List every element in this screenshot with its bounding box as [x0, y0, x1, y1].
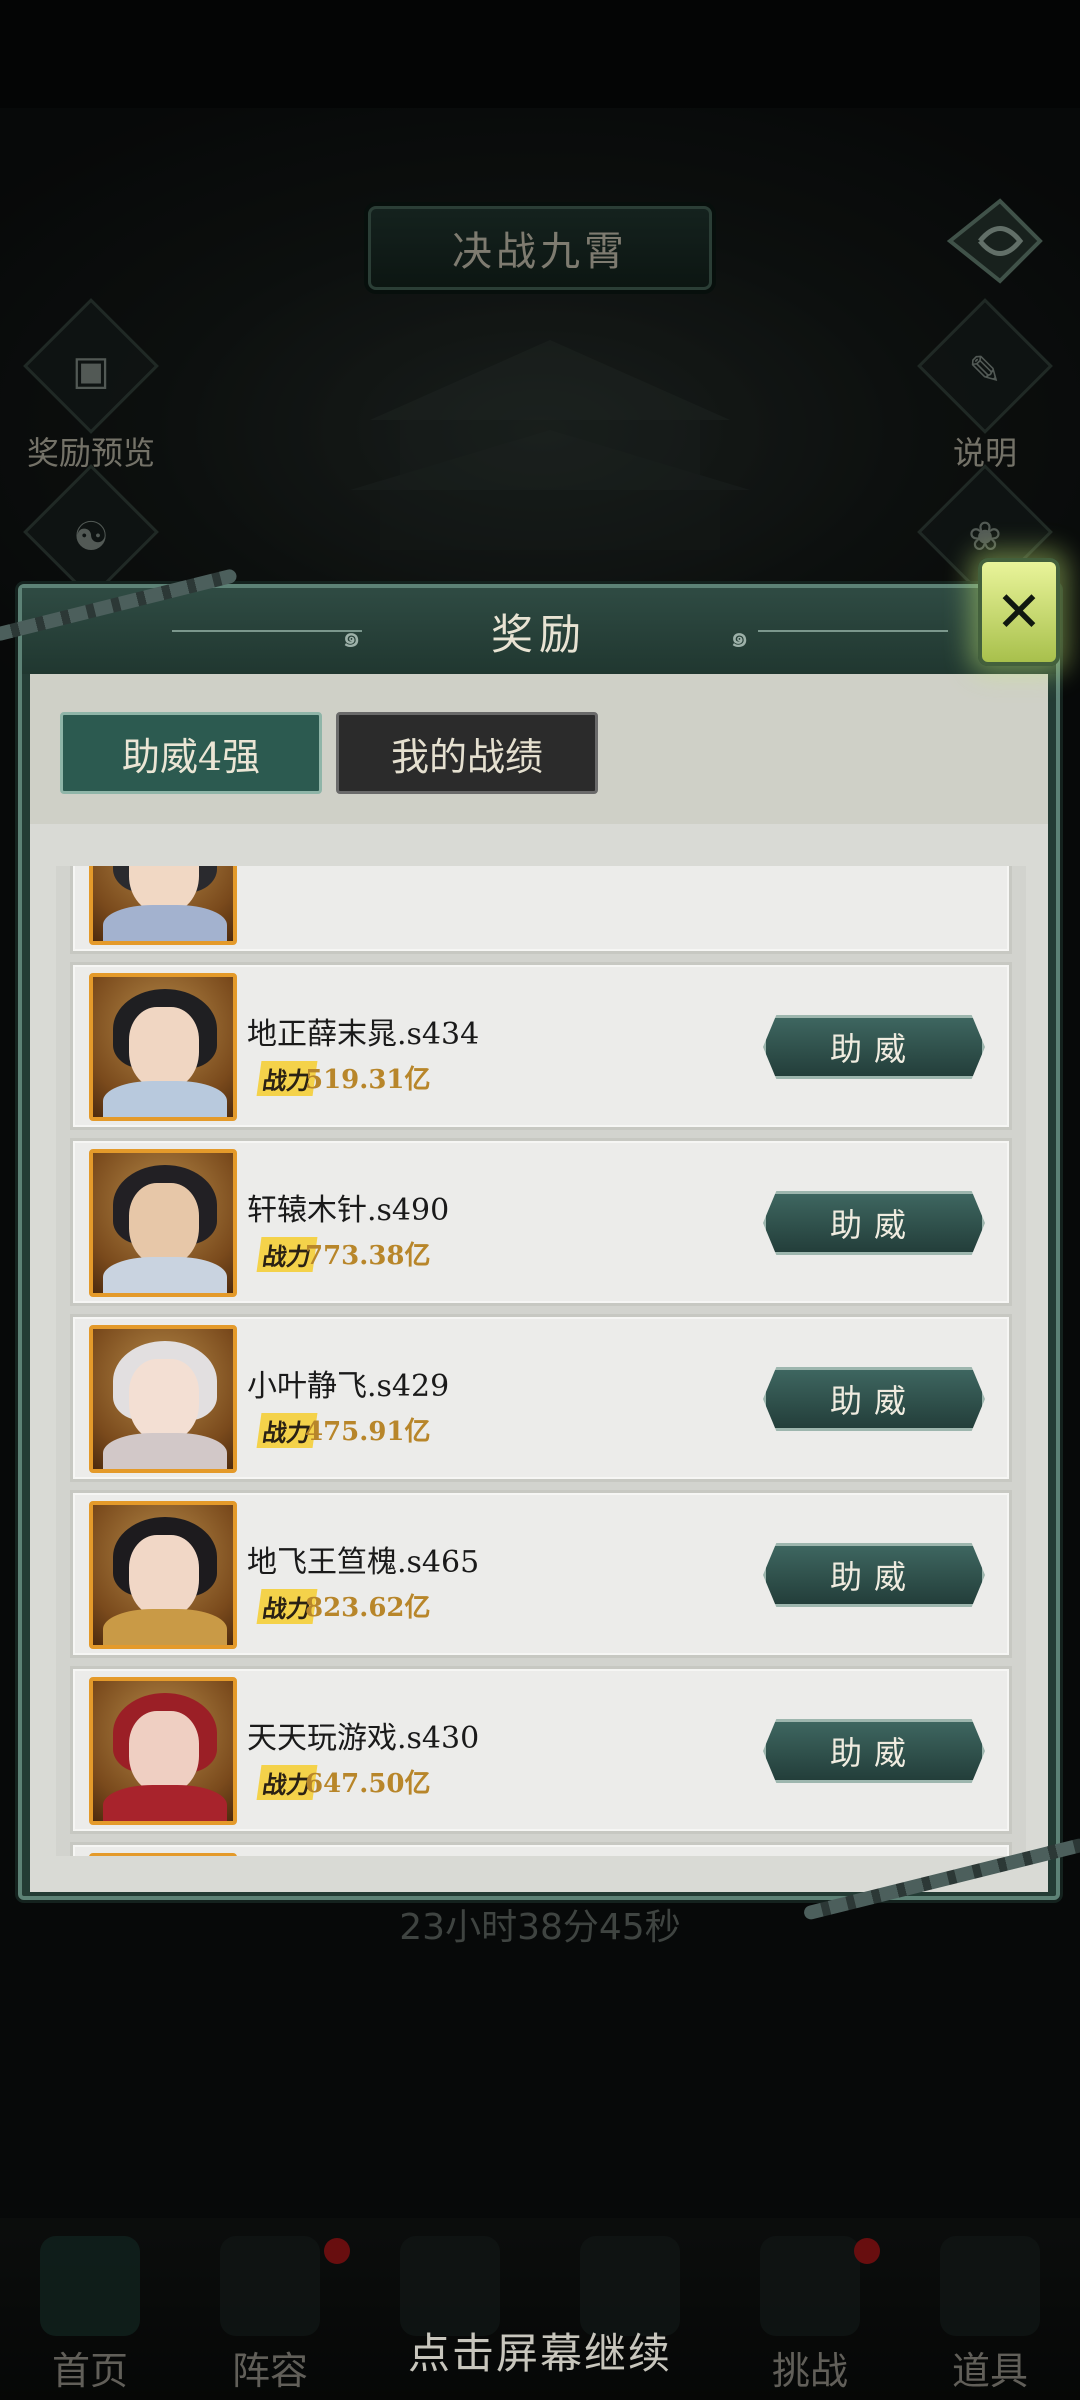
- player-row: 地正薛末晁.s434 战力 519.31亿 助威: [70, 962, 1012, 1130]
- player-row: [70, 1842, 1012, 1856]
- header-divider-left: [172, 630, 362, 632]
- cheer-button[interactable]: 助威: [763, 1015, 985, 1079]
- player-name: 小叶静飞.s429: [247, 1369, 450, 1404]
- power-value: 823.62亿: [305, 1593, 431, 1623]
- portrait-body: [103, 905, 227, 941]
- player-list[interactable]: 地正薛末晁.s434 战力 519.31亿 助威 轩辕木针.s490 战力 773.38亿助…: [56, 866, 1026, 1856]
- cheer-button[interactable]: 助威: [763, 1719, 985, 1783]
- header-divider-right: [758, 630, 948, 632]
- portrait-face: [129, 1183, 199, 1265]
- player-name: 天天玩游戏.s430: [247, 1721, 480, 1756]
- cheer-button[interactable]: 助威: [763, 1543, 985, 1607]
- portrait-body: [103, 1785, 227, 1821]
- modal-body: 助威4强 我的战绩 地正薛末晁.s434 战力 519.31亿 助威 轩辕木针.s490…: [30, 674, 1048, 1892]
- modal-header: ๑ 奖励 ๑: [22, 588, 1056, 674]
- portrait-face: [129, 1007, 199, 1089]
- player-portrait: [89, 866, 237, 945]
- tab-my-record[interactable]: 我的战绩: [336, 712, 598, 794]
- swirl-icon: ๑: [342, 620, 362, 655]
- player-row: 小叶静飞.s429 战力 475.91亿 助威: [70, 1314, 1012, 1482]
- portrait-face: [129, 1711, 199, 1793]
- reward-modal: ๑ 奖励 ๑ 助威4强 我的战绩 地正薛末晁.s434 战力 519.31亿 助威 轩辕…: [18, 584, 1060, 1900]
- player-name: 轩辕木针.s490: [247, 1193, 450, 1228]
- cheer-button-label: 助威: [829, 1206, 918, 1244]
- power-value: 519.31亿: [305, 1065, 431, 1095]
- player-row: 天天玩游戏.s430 战力 647.50亿 助威: [70, 1666, 1012, 1834]
- tab-cheer-top4-label: 助威4强: [121, 734, 261, 779]
- cheer-button-label: 助威: [829, 1030, 918, 1068]
- cheer-button[interactable]: 助威: [763, 1191, 985, 1255]
- swirl-icon: ๑: [730, 620, 750, 655]
- portrait-face: [129, 1535, 199, 1617]
- modal-title: 奖励: [490, 609, 587, 659]
- power-value: 475.91亿: [305, 1417, 431, 1447]
- player-name: 地正薛末晁.s434: [247, 1017, 480, 1052]
- cheer-button-label: 助威: [829, 1734, 918, 1772]
- cheer-button[interactable]: 助威: [763, 1367, 985, 1431]
- cheer-button-label: 助威: [829, 1382, 918, 1420]
- player-row: 轩辕木针.s490 战力 773.38亿 助威: [70, 1138, 1012, 1306]
- player-portrait: [89, 1853, 237, 1856]
- portrait-face: [129, 1359, 199, 1441]
- player-portrait: [89, 1677, 237, 1825]
- tab-cheer-top4[interactable]: 助威4强: [60, 712, 322, 794]
- close-icon: ✕: [995, 579, 1043, 645]
- portrait-body: [103, 1257, 227, 1293]
- tab-my-record-label: 我的战绩: [390, 734, 543, 779]
- portrait-body: [103, 1609, 227, 1645]
- player-row: 地飞王笪槐.s465 战力 823.62亿 助威: [70, 1490, 1012, 1658]
- player-portrait: [89, 1149, 237, 1297]
- close-button[interactable]: ✕: [978, 558, 1060, 666]
- continue-hint[interactable]: 点击屏幕继续: [0, 2320, 1080, 2381]
- player-name: 地飞王笪槐.s465: [247, 1545, 480, 1580]
- player-portrait: [89, 1501, 237, 1649]
- player-row: [70, 866, 1012, 954]
- player-portrait: [89, 1325, 237, 1473]
- portrait-body: [103, 1433, 227, 1469]
- tab-bar: 助威4强 我的战绩: [30, 674, 1048, 824]
- portrait-body: [103, 1081, 227, 1117]
- cheer-button-label: 助威: [829, 1558, 918, 1596]
- power-value: 647.50亿: [305, 1769, 431, 1799]
- power-value: 773.38亿: [305, 1241, 431, 1271]
- player-portrait: [89, 973, 237, 1121]
